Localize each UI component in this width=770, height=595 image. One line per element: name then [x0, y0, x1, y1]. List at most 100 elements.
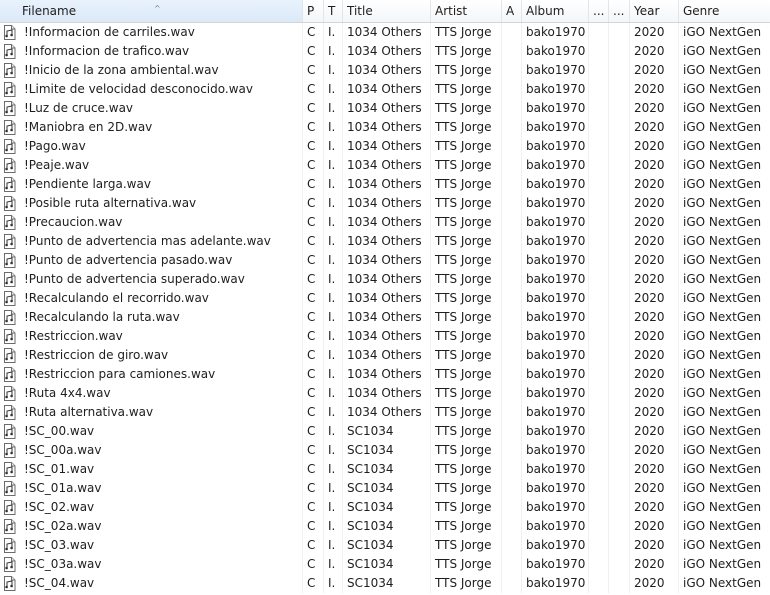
file-row[interactable]: !Restriccion para camiones.wav C I. 1034…	[0, 365, 770, 384]
column-header-album[interactable]: Album	[522, 0, 589, 22]
file-row[interactable]: !Recalculando el recorrido.wav C I. 1034…	[0, 289, 770, 308]
filename-cell: !Restriccion de giro.wav	[0, 346, 303, 365]
file-row[interactable]: !Peaje.wav C I. 1034 Others TTS Jorge ba…	[0, 156, 770, 175]
title-cell: 1034 Others	[343, 23, 431, 42]
file-row[interactable]: !Precaucion.wav C I. 1034 Others TTS Jor…	[0, 213, 770, 232]
file-row[interactable]: !SC_03.wav C I. SC1034 TTS Jorge bako197…	[0, 536, 770, 555]
file-row[interactable]: !SC_00a.wav C I. SC1034 TTS Jorge bako19…	[0, 441, 770, 460]
file-row[interactable]: !Restriccion de giro.wav C I. 1034 Other…	[0, 346, 770, 365]
t-cell: I.	[324, 327, 343, 346]
p-cell: C	[303, 42, 324, 61]
column-header-artist[interactable]: Artist	[431, 0, 502, 22]
file-row[interactable]: !Recalculando la ruta.wav C I. 1034 Othe…	[0, 308, 770, 327]
title-cell: 1034 Others	[343, 327, 431, 346]
file-row[interactable]: !Luz de cruce.wav C I. 1034 Others TTS J…	[0, 99, 770, 118]
album-cell: bako1970	[522, 270, 589, 289]
wav-audio-file-icon	[4, 538, 16, 553]
file-row[interactable]: !SC_01.wav C I. SC1034 TTS Jorge bako197…	[0, 460, 770, 479]
column-header-t[interactable]: T	[324, 0, 343, 22]
filename-text: !SC_00a.wav	[24, 443, 102, 457]
filename-text: !Restriccion para camiones.wav	[24, 367, 216, 381]
file-row[interactable]: !Pendiente larga.wav C I. 1034 Others TT…	[0, 175, 770, 194]
col9-cell	[589, 194, 609, 213]
artist-cell: TTS Jorge	[431, 270, 502, 289]
t-cell: I.	[324, 479, 343, 498]
artist-cell: TTS Jorge	[431, 308, 502, 327]
file-row[interactable]: !Ruta 4x4.wav C I. 1034 Others TTS Jorge…	[0, 384, 770, 403]
filename-text: !SC_01.wav	[24, 462, 95, 476]
t-cell: I.	[324, 232, 343, 251]
column-header-a-label: A	[506, 4, 515, 18]
filename-text: !Recalculando la ruta.wav	[24, 310, 180, 324]
file-row[interactable]: !Informacion de trafico.wav C I. 1034 Ot…	[0, 42, 770, 61]
t-cell: I.	[324, 251, 343, 270]
file-row[interactable]: !Limite de velocidad desconocido.wav C I…	[0, 80, 770, 99]
wav-audio-file-icon	[4, 367, 16, 382]
file-row[interactable]: !Inicio de la zona ambiental.wav C I. 10…	[0, 61, 770, 80]
t-cell: I.	[324, 403, 343, 422]
a-cell	[502, 384, 522, 403]
p-cell: C	[303, 232, 324, 251]
album-cell: bako1970	[522, 498, 589, 517]
column-header-title[interactable]: Title	[343, 0, 431, 22]
genre-cell: iGO NextGen	[683, 177, 762, 191]
album-cell: bako1970	[522, 422, 589, 441]
wav-audio-file-icon	[4, 576, 16, 591]
year-cell: 2020	[630, 194, 679, 213]
file-row[interactable]: !Maniobra en 2D.wav C I. 1034 Others TTS…	[0, 118, 770, 137]
filename-text: !SC_03a.wav	[24, 557, 102, 571]
p-cell: C	[303, 441, 324, 460]
filename-cell: !SC_01a.wav	[0, 479, 303, 498]
filename-cell: !Recalculando el recorrido.wav	[0, 289, 303, 308]
column-header-filename[interactable]: ^ Filename	[0, 0, 303, 22]
t-cell: I.	[324, 175, 343, 194]
album-cell: bako1970	[522, 536, 589, 555]
file-row[interactable]: !SC_02a.wav C I. SC1034 TTS Jorge bako19…	[0, 517, 770, 536]
column-header-year[interactable]: Year	[630, 0, 679, 22]
file-row[interactable]: !SC_00.wav C I. SC1034 TTS Jorge bako197…	[0, 422, 770, 441]
a-cell	[502, 213, 522, 232]
column-header-a[interactable]: A	[502, 0, 522, 22]
p-cell: C	[303, 251, 324, 270]
col9-cell	[589, 479, 609, 498]
file-row[interactable]: !SC_02.wav C I. SC1034 TTS Jorge bako197…	[0, 498, 770, 517]
t-cell: I.	[324, 99, 343, 118]
file-row[interactable]: !Restriccion.wav C I. 1034 Others TTS Jo…	[0, 327, 770, 346]
file-row[interactable]: !Pago.wav C I. 1034 Others TTS Jorge bak…	[0, 137, 770, 156]
artist-cell: TTS Jorge	[431, 574, 502, 593]
file-row[interactable]: !Posible ruta alternativa.wav C I. 1034 …	[0, 194, 770, 213]
file-row[interactable]: !Ruta alternativa.wav C I. 1034 Others T…	[0, 403, 770, 422]
filename-cell: !SC_02a.wav	[0, 517, 303, 536]
title-cell: 1034 Others	[343, 156, 431, 175]
genre-cell: iGO NextGen	[683, 462, 762, 476]
column-header-filename-label: Filename	[22, 4, 77, 18]
artist-cell: TTS Jorge	[431, 479, 502, 498]
year-cell: 2020	[630, 327, 679, 346]
file-row[interactable]: !SC_03a.wav C I. SC1034 TTS Jorge bako19…	[0, 555, 770, 574]
wav-audio-file-icon	[4, 196, 16, 211]
year-cell: 2020	[630, 213, 679, 232]
column-header-genre[interactable]: Genre	[679, 0, 770, 22]
file-row[interactable]: !Punto de advertencia superado.wav C I. …	[0, 270, 770, 289]
year-cell: 2020	[630, 23, 679, 42]
a-cell	[502, 327, 522, 346]
artist-cell: TTS Jorge	[431, 61, 502, 80]
file-row[interactable]: !Punto de advertencia pasado.wav C I. 10…	[0, 251, 770, 270]
col9-cell	[589, 175, 609, 194]
title-cell: 1034 Others	[343, 251, 431, 270]
file-row[interactable]: !Punto de advertencia mas adelante.wav C…	[0, 232, 770, 251]
title-cell: SC1034	[343, 498, 431, 517]
file-row[interactable]: !Informacion de carriles.wav C I. 1034 O…	[0, 23, 770, 42]
col10-cell	[609, 137, 630, 156]
p-cell: C	[303, 99, 324, 118]
wav-audio-file-icon	[4, 519, 16, 534]
year-cell: 2020	[630, 441, 679, 460]
file-row[interactable]: !SC_04.wav C I. SC1034 TTS Jorge bako197…	[0, 574, 770, 593]
year-cell: 2020	[630, 555, 679, 574]
column-header-p[interactable]: P	[303, 0, 324, 22]
album-cell: bako1970	[522, 42, 589, 61]
filename-cell: !Posible ruta alternativa.wav	[0, 194, 303, 213]
file-row[interactable]: !SC_01a.wav C I. SC1034 TTS Jorge bako19…	[0, 479, 770, 498]
column-header-col9[interactable]: ...	[589, 0, 609, 22]
column-header-col10[interactable]: ...	[609, 0, 630, 22]
